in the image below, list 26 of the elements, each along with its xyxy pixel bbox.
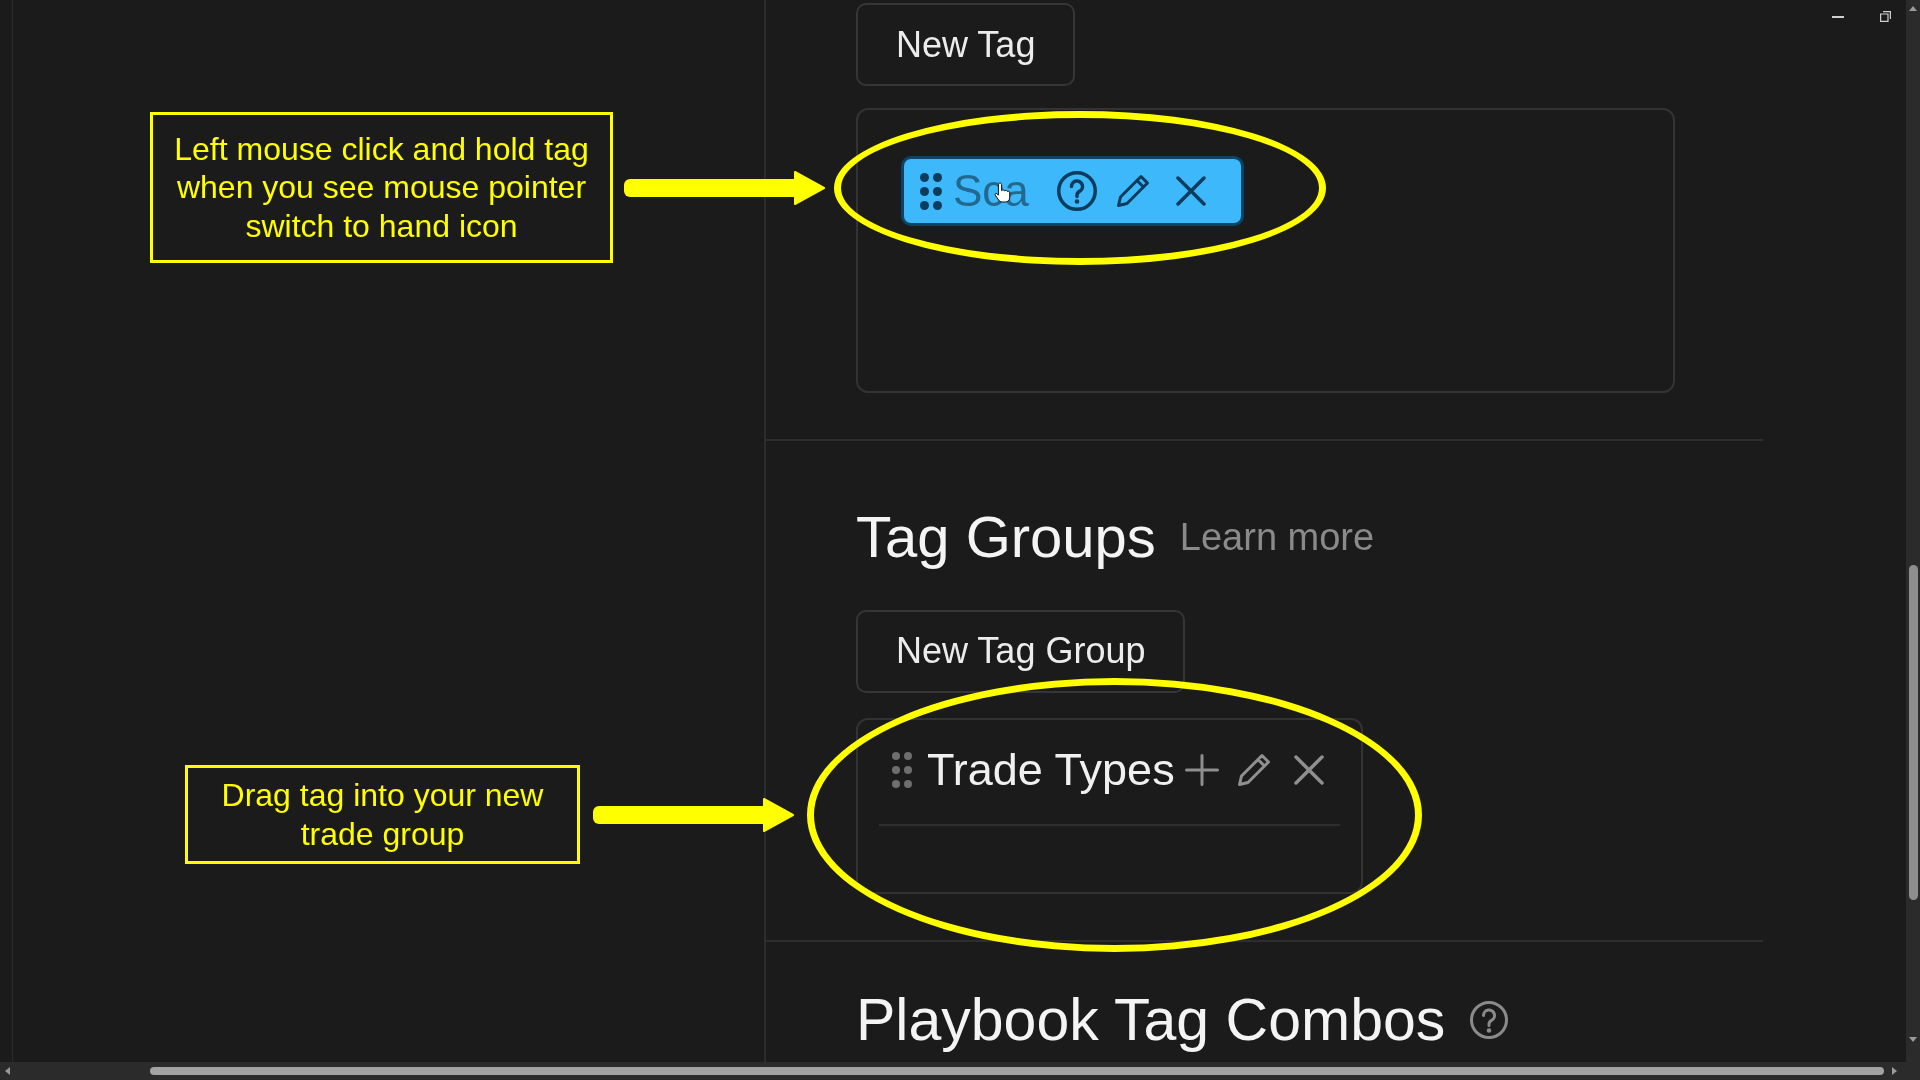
- section-title: Tag Groups: [856, 503, 1156, 571]
- group-name: Trade Types: [927, 747, 1175, 793]
- close-icon[interactable]: [1175, 176, 1206, 206]
- grip-icon[interactable]: [920, 172, 942, 210]
- section-title: Playbook Tag Combos: [856, 985, 1446, 1055]
- close-icon[interactable]: [1293, 754, 1324, 785]
- scroll-left-icon[interactable]: [5, 1067, 10, 1075]
- help-icon[interactable]: [1470, 1001, 1509, 1039]
- callout-note: Drag tag into your new trade group: [185, 765, 580, 864]
- grip-icon[interactable]: [892, 751, 912, 788]
- restore-icon[interactable]: [1880, 11, 1891, 22]
- pencil-icon[interactable]: [1235, 751, 1272, 788]
- new-tag-group-button[interactable]: New Tag Group: [856, 609, 1186, 693]
- new-tag-button[interactable]: New Tag: [856, 3, 1076, 86]
- scroll-down-icon[interactable]: [1909, 1037, 1917, 1042]
- scroll-right-icon[interactable]: [1892, 1067, 1897, 1075]
- scrollbar-thumb[interactable]: [150, 1067, 1884, 1075]
- help-icon[interactable]: [1056, 171, 1097, 211]
- horizontal-scrollbar[interactable]: [0, 1062, 1920, 1080]
- callout-note: Left mouse click and hold tag when you see mouse pointer switch to hand icon: [150, 112, 613, 263]
- scrollbar-thumb[interactable]: [1908, 565, 1918, 900]
- scroll-up-icon[interactable]: [1909, 6, 1917, 11]
- pencil-icon[interactable]: [1114, 173, 1151, 209]
- vertical-scrollbar[interactable]: [1906, 0, 1920, 1062]
- plus-icon[interactable]: [1184, 753, 1219, 786]
- learn-more-link[interactable]: Learn more: [1179, 515, 1375, 561]
